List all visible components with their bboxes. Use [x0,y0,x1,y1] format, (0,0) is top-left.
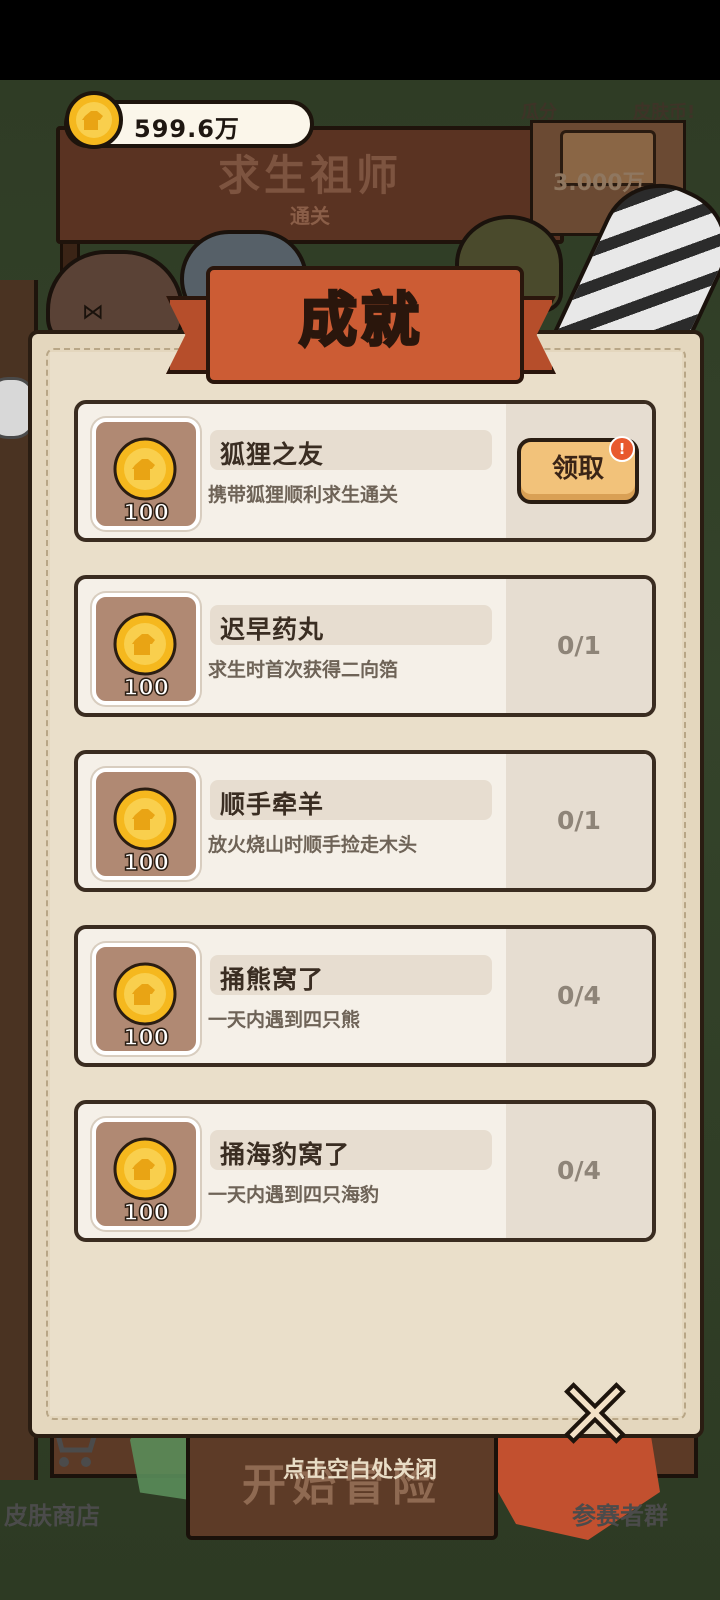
achievement-description: 求生时首次获得二向箔 [208,659,399,681]
achievement-title: 迟早药丸 [220,615,325,644]
close-icon[interactable]: ✕ [545,1357,645,1473]
coin-icon [113,437,177,501]
achievement-card: 100 迟早药丸 求生时首次获得二向箔 0/1 [74,575,656,717]
coin-icon [113,962,177,1026]
reward-amount: 100 [122,1025,169,1052]
pool-label-right: 皮肤币! [633,102,696,123]
title-chip: 迟早药丸 [210,605,492,645]
coin-balance: 599.6万 [64,91,314,149]
pool-label-left: 瓜分 [521,102,557,123]
achievement-title: 捅熊窝了 [220,965,325,994]
bowtie-icon: ⋈ [82,300,104,325]
achievement-list: 100 狐狸之友 携带狐狸顺利求生通关 100 迟早药丸 求生时首次获得二向箔 … [74,400,656,1275]
coin-icon [65,91,123,149]
reward-tile: 100 [92,768,200,880]
reward-amount: 100 [122,1200,169,1227]
title-chip: 顺手牵羊 [210,780,492,820]
title-chip: 捅海豹窝了 [210,1130,492,1170]
claim-button[interactable]: 领取 [517,438,639,504]
sign-title: 求生祖师 [217,151,402,200]
achievement-description: 一天内遇到四只海豹 [208,1184,380,1206]
reward-tile: 100 [92,593,200,705]
modal-title: 成就 [297,285,423,356]
achievement-card: 100 顺手牵羊 放火烧山时顺手捡走木头 0/1 [74,750,656,892]
achievement-description: 携带狐狸顺利求生通关 [208,484,399,506]
coin-icon [113,612,177,676]
reward-amount: 100 [122,850,169,877]
coin-icon [113,1137,177,1201]
coin-icon [113,787,177,851]
close-glyph: ✕ [553,1357,637,1473]
reward-amount: 100 [122,675,169,702]
coin-balance-value: 599.6万 [134,115,240,143]
reward-tile: 100 [92,418,200,530]
title-chip: 狐狸之友 [210,430,492,470]
achievement-description: 一天内遇到四只熊 [208,1009,361,1031]
achievement-title: 顺手牵羊 [220,790,325,819]
achievement-description: 放火烧山时顺手捡走木头 [208,834,418,856]
reward-tile: 100 [92,943,200,1055]
start-adventure-button[interactable]: 开始冒险 [186,1432,498,1540]
achievement-title: 狐狸之友 [220,440,325,469]
achievement-progress: 0/4 [557,1156,601,1185]
achievement-title: 捅海豹窝了 [220,1140,351,1169]
achievement-progress: 0/4 [557,981,601,1010]
skin-shop-label[interactable]: 皮肤商店 [4,1496,100,1531]
title-ribbon: 成就 [166,266,556,386]
achievement-card: 100 捅熊窝了 一天内遇到四只熊 0/4 [74,925,656,1067]
reward-tile: 100 [92,1118,200,1230]
reward-amount: 100 [122,500,169,527]
achievement-progress: 0/1 [557,631,601,660]
achievement-progress: 0/1 [557,806,601,835]
title-chip: 捅熊窝了 [210,955,492,995]
participant-group-label[interactable]: 参赛者群 [572,1496,668,1531]
achievement-card: 100 捅海豹窝了 一天内遇到四只海豹 0/4 [74,1100,656,1242]
